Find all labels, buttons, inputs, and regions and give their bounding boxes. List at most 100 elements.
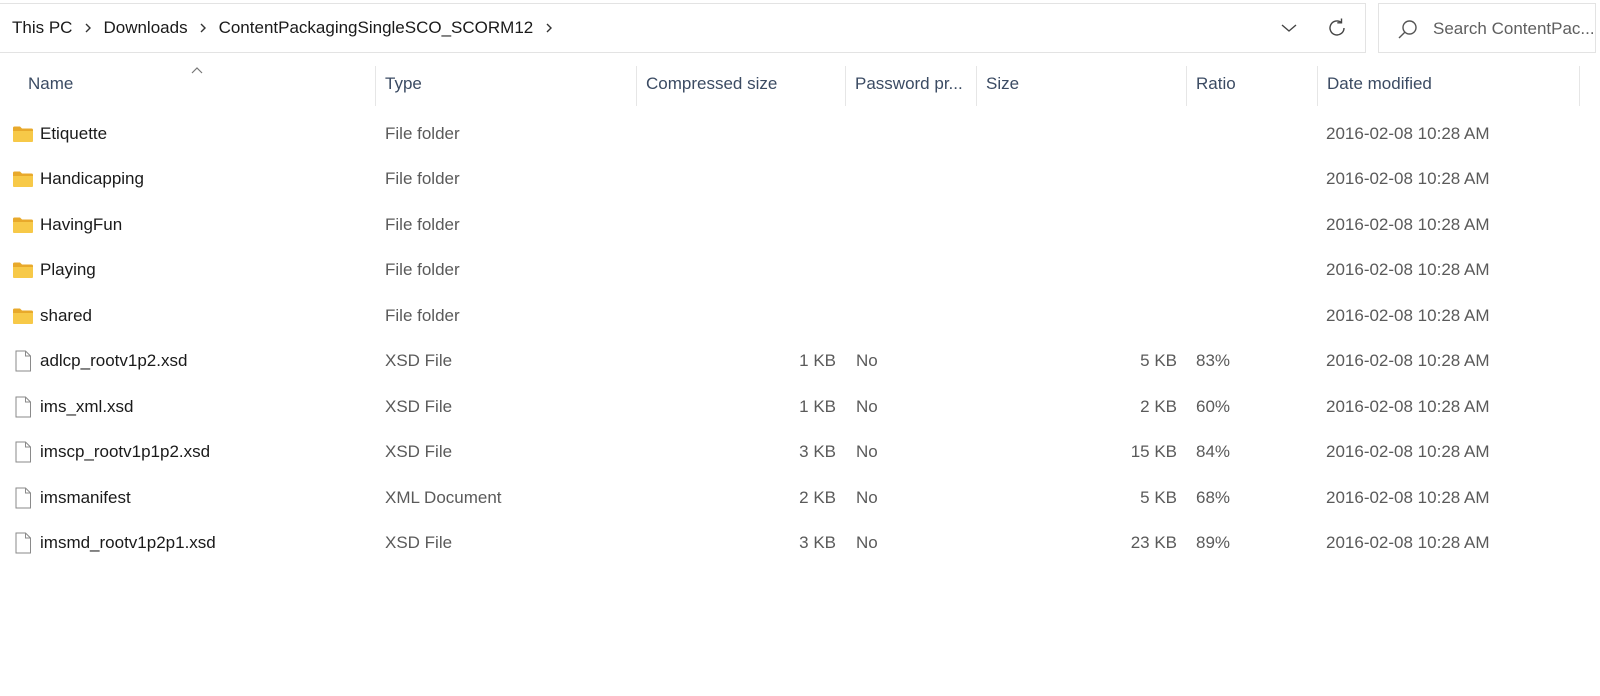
file-row[interactable]: imscp_rootv1p1p2.xsd XSD File 3 KB No 15 KB 8… xyxy=(0,430,1600,476)
file-password-protected: No xyxy=(856,396,878,416)
file-date-modified: 2016-02-08 10:28 AM xyxy=(1326,305,1490,325)
column-header-date-modified[interactable]: Date modified xyxy=(1318,62,1578,106)
file-type: File folder xyxy=(385,214,460,234)
search-input[interactable] xyxy=(1433,14,1593,44)
chevron-down-icon[interactable] xyxy=(1277,16,1301,40)
column-header-type[interactable]: Type xyxy=(376,62,634,106)
chevron-right-icon[interactable] xyxy=(188,18,219,38)
file-name: adlcp_rootv1p2.xsd xyxy=(40,351,188,371)
file-icon xyxy=(12,350,34,372)
file-ratio: 83% xyxy=(1196,351,1231,371)
chevron-right-icon[interactable] xyxy=(533,18,564,38)
file-compressed-size: 1 KB xyxy=(799,396,836,416)
breadcrumb: This PC Downloads ContentPackagingSingle… xyxy=(0,18,564,38)
folder-icon xyxy=(12,215,34,235)
file-compressed-size xyxy=(640,248,836,294)
address-bar[interactable]: This PC Downloads ContentPackagingSingle… xyxy=(0,3,1366,53)
file-ratio: 68% xyxy=(1196,487,1231,507)
file-date-modified: 2016-02-08 10:28 AM xyxy=(1326,214,1490,234)
file-list: Etiquette File folder 2016-02-08 10:28 AM H… xyxy=(0,111,1600,566)
file-compressed-size: 3 KB xyxy=(799,442,836,462)
file-date-modified: 2016-02-08 10:28 AM xyxy=(1326,396,1490,416)
file-type: XSD File xyxy=(385,533,453,553)
column-header-name[interactable]: Name xyxy=(19,62,374,106)
search-icon xyxy=(1397,18,1419,40)
file-icon xyxy=(12,441,34,463)
file-row[interactable]: ims_xml.xsd XSD File 1 KB No 2 KB 60% 2016-02-… xyxy=(0,384,1600,430)
file-name-cell: imsmanifest xyxy=(12,475,131,521)
breadcrumb-downloads[interactable]: Downloads xyxy=(103,18,187,38)
file-type: XML Document xyxy=(385,487,502,507)
file-size xyxy=(980,157,1177,203)
file-name-cell: shared xyxy=(12,293,92,339)
file-size: 5 KB xyxy=(1140,487,1177,507)
column-header-compressed-size[interactable]: Compressed size xyxy=(637,62,843,106)
file-compressed-size: 3 KB xyxy=(799,533,836,553)
file-type: File folder xyxy=(385,260,460,280)
file-row[interactable]: Etiquette File folder 2016-02-08 10:28 AM xyxy=(0,111,1600,157)
file-password-protected: No xyxy=(856,487,878,507)
file-type: XSD File xyxy=(385,351,453,371)
file-row[interactable]: Playing File folder 2016-02-08 10:28 AM xyxy=(0,248,1600,294)
file-date-modified: 2016-02-08 10:28 AM xyxy=(1326,351,1490,371)
column-divider[interactable] xyxy=(1579,66,1580,106)
file-date-modified: 2016-02-08 10:28 AM xyxy=(1326,260,1490,280)
file-type: XSD File xyxy=(385,396,453,416)
file-compressed-size xyxy=(640,293,836,339)
file-compressed-size: 1 KB xyxy=(799,351,836,371)
file-name-cell: Handicapping xyxy=(12,157,144,203)
column-header-password[interactable]: Password pr... xyxy=(846,62,974,106)
breadcrumb-this-pc[interactable]: This PC xyxy=(12,18,72,38)
chevron-right-icon[interactable] xyxy=(72,18,103,38)
file-size xyxy=(980,202,1177,248)
file-date-modified: 2016-02-08 10:28 AM xyxy=(1326,169,1490,189)
folder-icon xyxy=(12,260,34,280)
file-date-modified: 2016-02-08 10:28 AM xyxy=(1326,442,1490,462)
file-name-cell: HavingFun xyxy=(12,202,122,248)
file-name-cell: Playing xyxy=(12,248,96,294)
file-name: ims_xml.xsd xyxy=(40,396,134,416)
file-size xyxy=(980,111,1177,157)
file-name: Etiquette xyxy=(40,123,108,143)
column-header-ratio[interactable]: Ratio xyxy=(1187,62,1315,106)
column-header-row: Name Type Compressed size Password pr...… xyxy=(0,62,1600,106)
file-row[interactable]: Handicapping File folder 2016-02-08 10:28 … xyxy=(0,157,1600,203)
file-name: HavingFun xyxy=(40,214,123,234)
file-compressed-size xyxy=(640,111,836,157)
file-type: File folder xyxy=(385,123,460,143)
navigation-bar: This PC Downloads ContentPackagingSingle… xyxy=(0,0,1600,56)
search-box[interactable] xyxy=(1378,3,1596,53)
file-compressed-size xyxy=(640,157,836,203)
file-type: File folder xyxy=(385,305,460,325)
file-name-cell: Etiquette xyxy=(12,111,107,157)
file-ratio: 84% xyxy=(1196,442,1231,462)
file-compressed-size: 2 KB xyxy=(799,487,836,507)
file-size xyxy=(980,248,1177,294)
file-size: 5 KB xyxy=(1140,351,1177,371)
file-password-protected: No xyxy=(856,533,878,553)
file-name: Handicapping xyxy=(40,169,144,189)
breadcrumb-current-folder[interactable]: ContentPackagingSingleSCO_SCORM12 xyxy=(219,18,534,38)
file-row[interactable]: shared File folder 2016-02-08 10:28 AM xyxy=(0,293,1600,339)
file-ratio: 89% xyxy=(1196,533,1231,553)
file-size: 2 KB xyxy=(1140,396,1177,416)
file-ratio: 60% xyxy=(1196,396,1231,416)
file-row[interactable]: HavingFun File folder 2016-02-08 10:28 AM xyxy=(0,202,1600,248)
file-name-cell: imsmd_rootv1p2p1.xsd xyxy=(12,521,216,567)
file-date-modified: 2016-02-08 10:28 AM xyxy=(1326,487,1490,507)
file-name: imsmd_rootv1p2p1.xsd xyxy=(40,533,216,553)
file-row[interactable]: adlcp_rootv1p2.xsd XSD File 1 KB No 5 KB 83% 2… xyxy=(0,339,1600,385)
refresh-icon[interactable] xyxy=(1325,16,1349,40)
column-header-size[interactable]: Size xyxy=(977,62,1184,106)
file-size xyxy=(980,293,1177,339)
file-name: imscp_rootv1p1p2.xsd xyxy=(40,442,211,462)
folder-icon xyxy=(12,169,34,189)
file-name: Playing xyxy=(40,260,96,280)
file-type: XSD File xyxy=(385,442,453,462)
file-password-protected: No xyxy=(856,351,878,371)
folder-icon xyxy=(12,124,34,144)
file-row[interactable]: imsmanifest XML Document 2 KB No 5 KB 68% 2016… xyxy=(0,475,1600,521)
file-icon xyxy=(12,396,34,418)
file-row[interactable]: imsmd_rootv1p2p1.xsd XSD File 3 KB No 23 KB 8… xyxy=(0,521,1600,567)
file-compressed-size xyxy=(640,202,836,248)
